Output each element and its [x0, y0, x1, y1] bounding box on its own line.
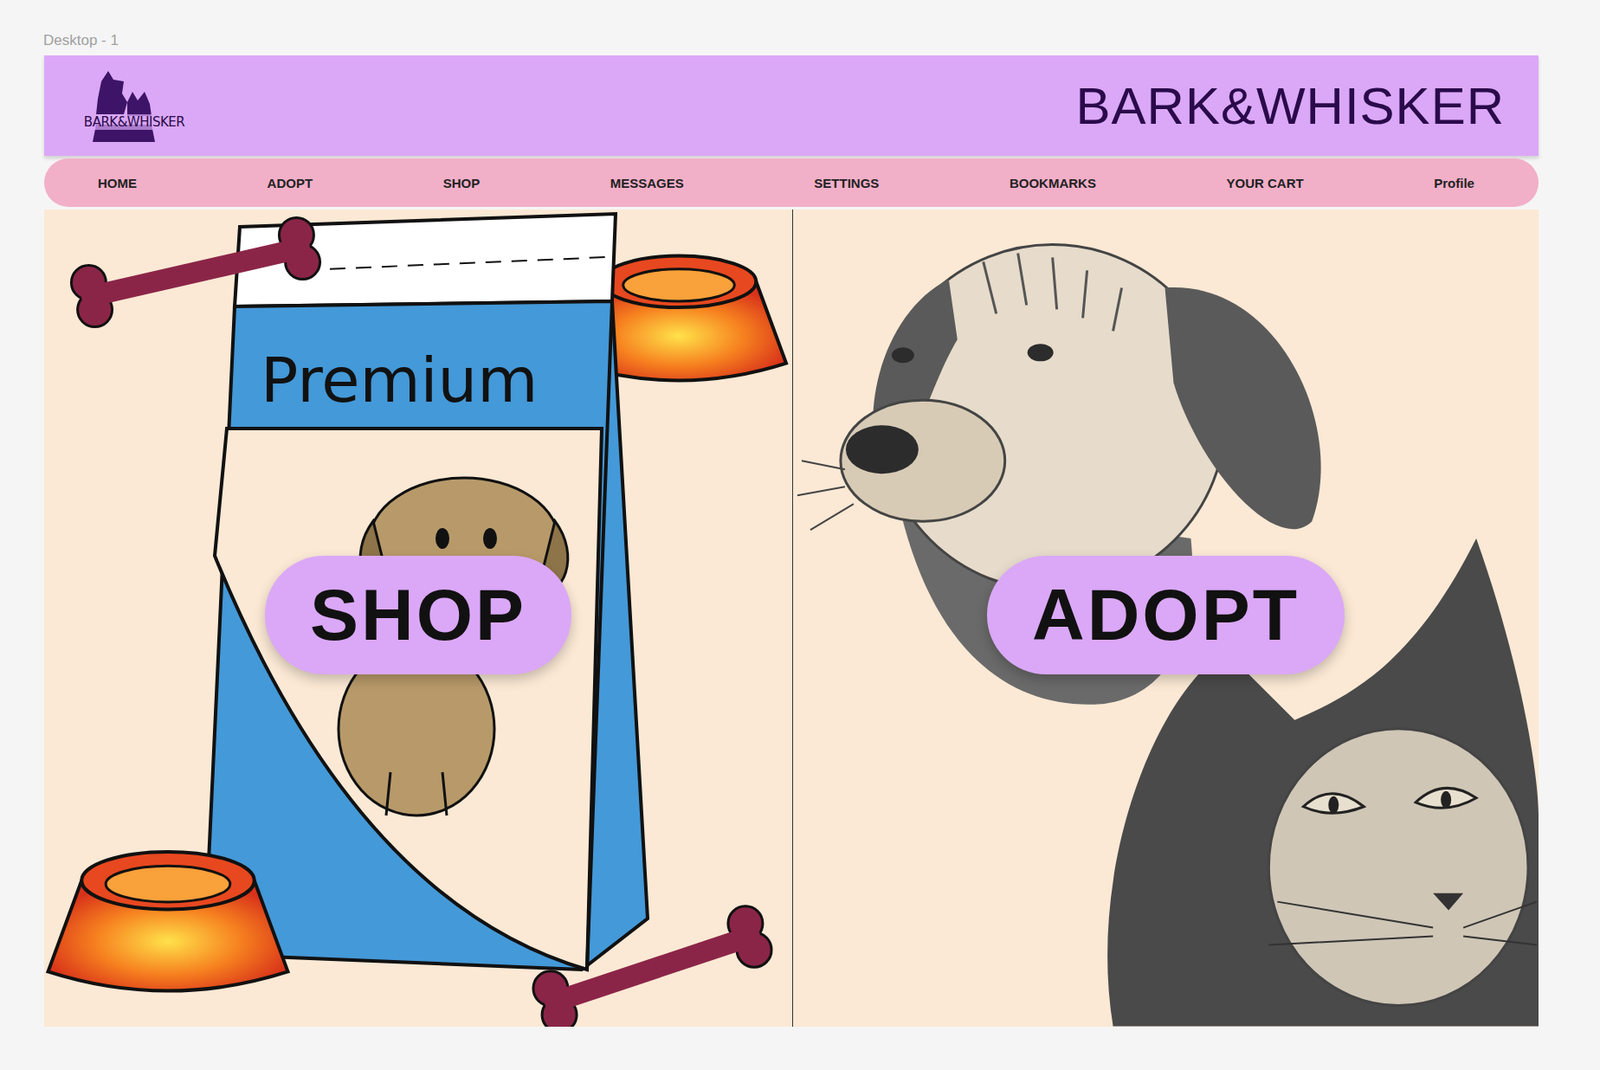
nav-item[interactable]: SHOP: [439, 170, 484, 196]
nav-item[interactable]: MESSAGES: [606, 170, 688, 196]
nav-item[interactable]: ADOPT: [264, 170, 317, 196]
adopt-button[interactable]: ADOPT: [987, 555, 1345, 675]
canvas: Desktop - 1 BARK&WHISKER BARK&WHISKER HOME A…: [0, 0, 1600, 1070]
dog-cat-logo-icon: [75, 64, 194, 148]
frame-label: Desktop - 1: [43, 32, 1600, 50]
site-title: BARK&WHISKER: [1076, 76, 1505, 136]
nav-item[interactable]: YOUR CART: [1223, 170, 1308, 196]
shop-button[interactable]: SHOP: [264, 555, 572, 675]
logo-text: BARK&WHISKER: [82, 114, 187, 130]
adopt-panel: ADOPT: [792, 209, 1539, 1027]
svg-text:Premium: Premium: [260, 343, 538, 417]
nav-item[interactable]: SETTINGS: [810, 170, 883, 196]
bone-icon: [70, 217, 320, 327]
food-bag-icon: Premium: [204, 213, 648, 970]
content: Premium SHOP ADOPT: [44, 209, 1539, 1027]
logo[interactable]: BARK&WHISKER: [75, 64, 194, 148]
shop-panel: Premium SHOP: [44, 209, 793, 1027]
nav-item[interactable]: Profile: [1430, 170, 1478, 196]
header: BARK&WHISKER BARK&WHISKER: [44, 55, 1539, 156]
nav-bar: HOME ADOPT SHOP MESSAGES SETTINGS BOOKMARKS YO…: [44, 158, 1539, 207]
nav-item[interactable]: HOME: [94, 170, 141, 196]
bowl-icon: [48, 851, 289, 992]
nav-item[interactable]: BOOKMARKS: [1006, 170, 1100, 196]
desktop-frame: BARK&WHISKER BARK&WHISKER HOME ADOPT SHOP MES…: [44, 55, 1539, 1027]
bone-icon: [533, 906, 772, 1027]
